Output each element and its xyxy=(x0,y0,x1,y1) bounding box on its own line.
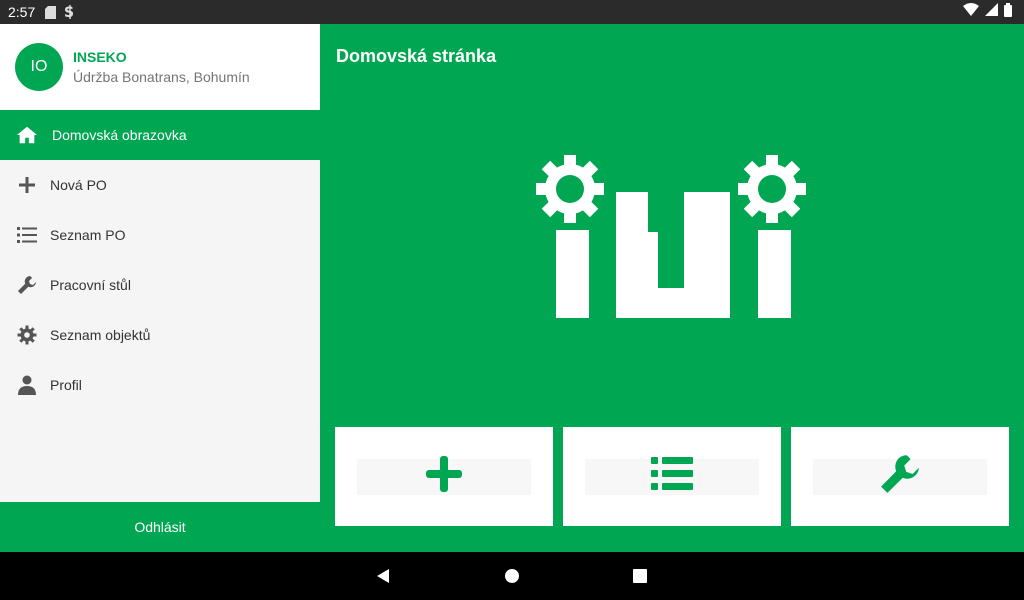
sync-icon: S xyxy=(64,5,76,19)
page-title: Domovská stránka xyxy=(336,46,497,66)
drawer-item-home-screen[interactable]: Domovská obrazovka xyxy=(0,110,320,160)
iwi-logo-icon xyxy=(534,152,814,327)
drawer-item-object-list[interactable]: Seznam objektů xyxy=(0,310,320,360)
plus-icon xyxy=(425,455,463,498)
drawer-item-po-list[interactable]: Seznam PO xyxy=(0,210,320,260)
main-content: Domovská stránka xyxy=(320,24,1024,552)
user-location: Údržba Bonatrans, Bohumín xyxy=(73,69,250,85)
avatar[interactable]: IO xyxy=(15,43,63,91)
drawer-header: IO INSEKO Údržba Bonatrans, Bohumín xyxy=(0,24,320,110)
tile-new-po[interactable] xyxy=(335,427,553,526)
battery-icon xyxy=(1004,2,1012,22)
signal-icon xyxy=(985,3,998,21)
sd-card-icon xyxy=(45,5,57,19)
drawer-item-profile[interactable]: Profil xyxy=(0,360,320,410)
drawer-item-new-po[interactable]: Nová PO xyxy=(0,160,320,210)
status-bar: 2:57 S xyxy=(0,0,1024,24)
home-icon xyxy=(16,124,38,146)
tile-po-list[interactable] xyxy=(563,427,781,526)
logout-button[interactable]: Odhlásit xyxy=(0,502,320,552)
drawer-item-label: Profil xyxy=(50,377,82,393)
drawer-item-label: Nová PO xyxy=(50,177,107,193)
svg-text:S: S xyxy=(64,5,74,19)
home-circle-icon[interactable] xyxy=(502,566,522,586)
gear-icon xyxy=(16,324,38,346)
system-nav-bar xyxy=(0,552,1024,600)
drawer-item-label: Seznam objektů xyxy=(50,327,151,343)
wifi-icon xyxy=(963,3,979,21)
back-icon[interactable] xyxy=(374,566,394,586)
navigation-drawer: IO INSEKO Údržba Bonatrans, Bohumín Domo… xyxy=(0,24,320,552)
tile-workbench[interactable] xyxy=(791,427,1009,526)
company-name: INSEKO xyxy=(73,49,127,65)
wrench-icon xyxy=(16,274,38,296)
drawer-item-label: Domovská obrazovka xyxy=(52,127,187,143)
wrench-icon xyxy=(879,453,921,500)
plus-icon xyxy=(16,174,38,196)
list-icon xyxy=(16,224,38,246)
status-time: 2:57 xyxy=(8,4,36,20)
drawer-item-workbench[interactable]: Pracovní stůl xyxy=(0,260,320,310)
person-icon xyxy=(16,374,38,396)
drawer-item-label: Pracovní stůl xyxy=(50,277,131,293)
list-icon xyxy=(651,457,693,496)
recents-icon[interactable] xyxy=(630,566,650,586)
drawer-item-label: Seznam PO xyxy=(50,227,126,243)
